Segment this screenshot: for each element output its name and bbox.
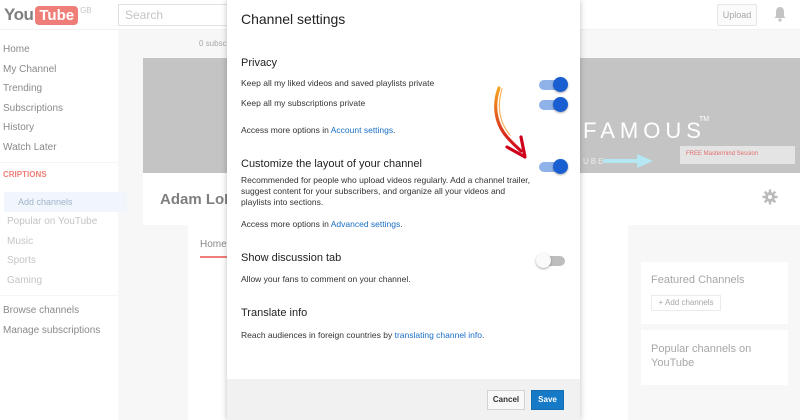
discussion-tab-description: Allow your fans to comment on your chann… xyxy=(241,274,411,284)
toggle-knob xyxy=(553,77,568,92)
privacy-more-prefix: Access more options in xyxy=(241,125,331,135)
customize-more-options: Access more options in Advanced settings… xyxy=(241,219,403,230)
customize-layout-heading: Customize the layout of your channel xyxy=(241,158,422,170)
toggle-knob xyxy=(536,253,551,268)
save-button[interactable]: Save xyxy=(531,390,564,410)
privacy-more-suffix: . xyxy=(393,125,396,135)
customize-more-suffix: . xyxy=(400,219,403,229)
translate-info-text: Reach audiences in foreign countries by … xyxy=(241,330,484,341)
account-settings-link[interactable]: Account settings xyxy=(331,125,393,135)
translate-prefix: Reach audiences in foreign countries by xyxy=(241,330,395,340)
translating-channel-info-link[interactable]: translating channel info xyxy=(395,330,482,340)
discussion-tab-toggle[interactable] xyxy=(536,253,565,268)
translate-info-heading: Translate info xyxy=(241,307,308,319)
toggle-knob xyxy=(553,97,568,112)
dialog-title: Channel settings xyxy=(241,11,346,27)
channel-settings-dialog: Channel settings Privacy Keep all my lik… xyxy=(227,0,580,420)
privacy-subscriptions-label: Keep all my subscriptions private xyxy=(241,98,366,108)
cancel-button[interactable]: Cancel xyxy=(487,390,525,410)
privacy-heading: Privacy xyxy=(241,57,278,69)
toggle-knob xyxy=(553,159,568,174)
customize-layout-description: Recommended for people who upload videos… xyxy=(241,175,531,207)
privacy-more-options: Access more options in Account settings. xyxy=(241,125,396,136)
privacy-liked-videos-label: Keep all my liked videos and saved playl… xyxy=(241,78,435,88)
customize-more-prefix: Access more options in xyxy=(241,219,331,229)
annotation-arrow-icon xyxy=(494,86,527,159)
advanced-settings-link[interactable]: Advanced settings xyxy=(331,219,400,229)
discussion-tab-heading: Show discussion tab xyxy=(241,252,342,264)
translate-suffix: . xyxy=(482,330,485,340)
dialog-footer: Cancel Save xyxy=(227,379,580,420)
